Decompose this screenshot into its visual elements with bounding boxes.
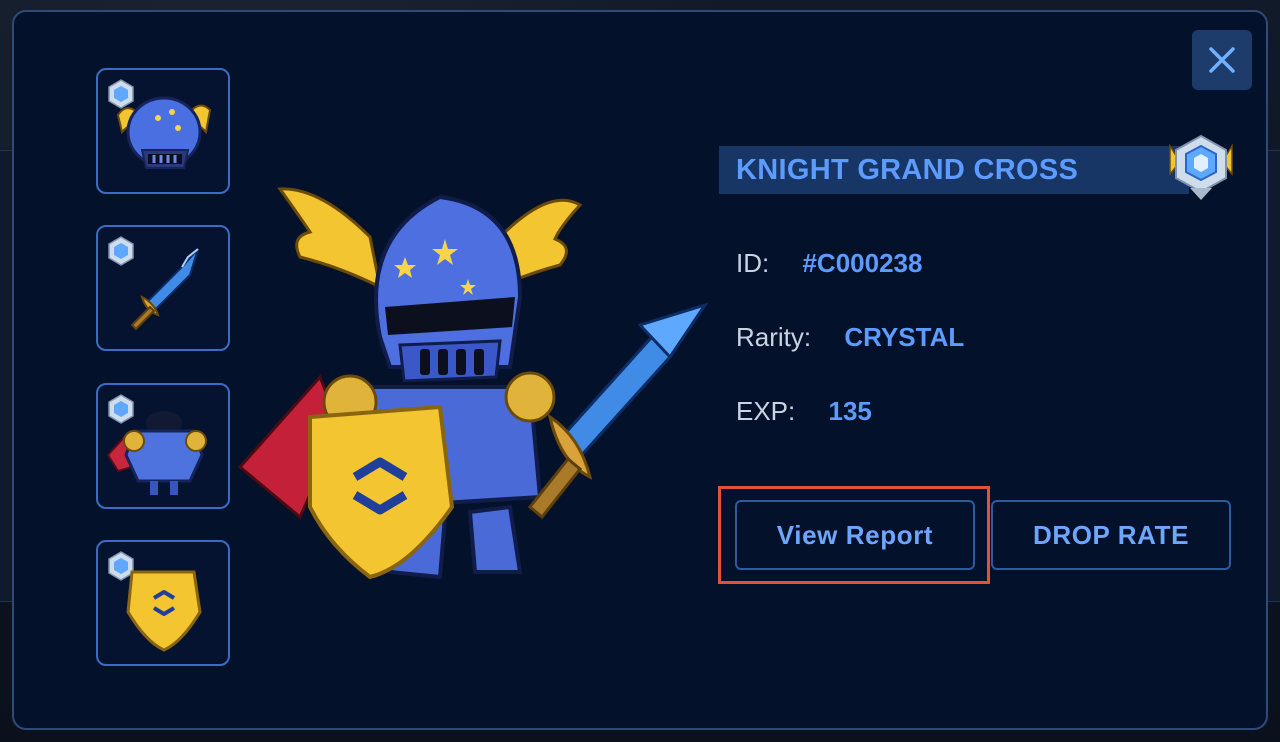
rarity-row: Rarity: CRYSTAL	[736, 320, 964, 354]
winged-helmet-icon	[116, 96, 212, 169]
id-value: #C000238	[802, 248, 923, 278]
character-title: KNIGHT GRAND CROSS	[736, 154, 1079, 186]
close-button[interactable]	[1192, 30, 1252, 90]
exp-row: EXP: 135	[736, 394, 872, 428]
view-report-button[interactable]: View Report	[735, 500, 975, 570]
character-detail-modal: KNIGHT GRAND CROSS ID: #C000238 Rarity: …	[12, 10, 1268, 730]
equipment-slot-helmet[interactable]	[96, 68, 230, 194]
exp-label: EXP:	[736, 396, 796, 426]
sword-icon	[130, 248, 199, 331]
id-row: ID: #C000238	[736, 246, 922, 280]
rarity-value: CRYSTAL	[844, 322, 965, 352]
knight-character-icon	[237, 187, 709, 580]
id-label: ID:	[736, 248, 770, 278]
close-icon	[1209, 47, 1235, 73]
crystal-rank-badge-icon	[1169, 134, 1233, 200]
drop-rate-button[interactable]: DROP RATE	[991, 500, 1231, 570]
exp-value: 135	[828, 396, 872, 426]
shield-icon	[126, 570, 202, 652]
armor-icon	[106, 411, 207, 495]
rarity-label: Rarity:	[736, 322, 812, 352]
equipment-slot-sword[interactable]	[96, 225, 230, 351]
equipment-slot-armor[interactable]	[96, 383, 230, 509]
equipment-slot-shield[interactable]	[96, 540, 230, 666]
